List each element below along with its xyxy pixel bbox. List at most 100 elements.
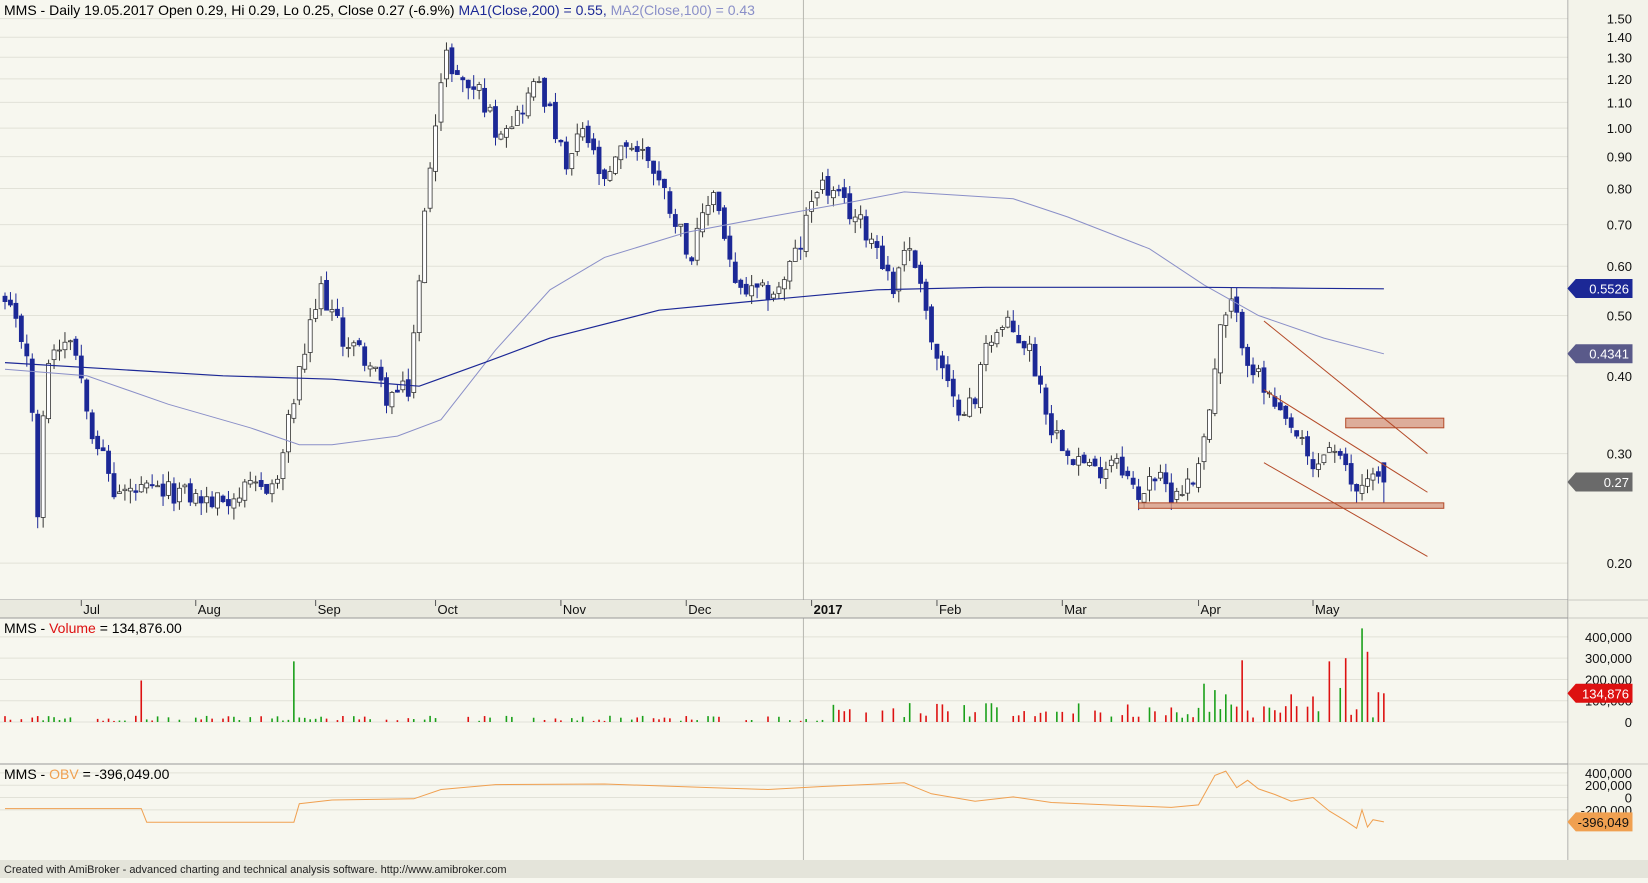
candle-body [427,167,433,209]
price-axis-tick-label: 1.40 [1607,30,1632,45]
candle-body [950,378,956,397]
candle-body [683,223,689,255]
candle-body [1321,454,1327,464]
candle-body [607,171,613,181]
candle-body [100,447,106,452]
candle-body [836,189,842,192]
candle-body [46,363,51,420]
candle-body [705,205,711,215]
candle-body [956,399,962,416]
candle-body [1021,341,1027,349]
candle-body [542,77,547,107]
candle-body [596,146,602,175]
candle-body [1065,450,1071,456]
candle-body [1038,375,1043,385]
price-axis-tick-label: 0.70 [1607,218,1632,233]
candle-body [727,235,733,260]
candle-body [503,128,509,138]
candle-body [672,214,678,227]
candle-body [1212,368,1218,414]
volume-pane[interactable] [0,618,1568,764]
candle-body [580,128,586,138]
candle-body [1081,454,1087,464]
candle-body [651,160,656,174]
candle-body [405,379,411,397]
candle-body [416,280,422,333]
price-axis-tick-label: 0.60 [1607,259,1632,274]
candle-body [1179,494,1185,496]
candle-body [236,497,242,503]
month-label: 2017 [814,602,843,617]
candle-body [1141,493,1147,503]
candle-body [929,306,934,343]
candle-body [1277,402,1283,411]
candle-body [765,284,771,301]
candle-body [1092,458,1098,467]
candle-body [1158,471,1163,479]
candle-body [433,125,438,172]
candle-body [820,179,825,190]
candle-body [760,282,765,286]
volume-header-prefix: MMS - [4,620,46,636]
candle-body [215,492,220,509]
price-axis-tick-label: 0.20 [1607,556,1632,571]
candle-body [384,377,389,406]
candle-body [563,141,569,170]
amibroker-chart: 1.50 1.40 1.30 1.20 1.10 1.00 0.90 0.80 0.70 0.60… [0,0,1648,878]
candle-body [1207,409,1212,440]
candle-body [68,340,73,343]
candle-body [732,261,738,283]
candle-body [967,397,973,417]
candle-body [138,484,144,493]
candle-body [1359,484,1365,494]
candle-body [1152,478,1158,482]
volume-axis-tick-label: 400,000 [1585,630,1632,645]
candle-body [1283,405,1289,419]
candle-body [280,452,286,479]
candle-body [656,170,662,181]
candle-body [182,484,188,488]
candle-body [1376,471,1381,477]
candle-body [989,341,994,346]
candle-body [896,267,902,292]
candle-body [1059,430,1065,452]
candle-body [629,147,635,150]
month-label: Apr [1201,602,1222,617]
candle-body [798,247,804,250]
volume-axis-tick-label: 0 [1625,715,1632,730]
candle-body [1174,490,1180,500]
candle-body [678,223,684,227]
candle-body [1217,324,1223,374]
candle-body [498,133,504,140]
candle-body [634,146,640,152]
candle-body [444,49,449,80]
candle-body [253,481,259,484]
candle-body [1316,463,1321,470]
obv-pane[interactable] [0,764,1568,860]
price-axis-tick-label: 1.00 [1607,121,1632,136]
candle-body [1256,368,1261,372]
candle-body [885,264,891,272]
obv-header-value: = -396,049.00 [83,766,170,782]
price-header: MMS - Daily 19.05.2017 Open 0.29, Hi 0.2… [4,2,755,18]
candle-body [1354,484,1359,492]
candle-body [340,317,346,347]
candle-body [8,299,13,306]
candle-body [1348,463,1354,485]
candle-body [852,216,858,223]
candle-body [901,250,907,266]
candle-body [1010,320,1016,333]
candle-body [198,496,204,504]
candle-body [171,483,177,504]
candle-body [940,355,945,369]
candle-body [411,332,417,393]
candle-body [558,139,564,143]
candle-body [291,403,297,419]
candle-body [204,496,210,504]
candle-body [749,285,755,297]
candle-body [869,238,874,244]
candle-body [667,191,673,214]
candle-body [934,343,940,359]
candle-body [111,473,117,498]
candle-body [918,264,923,284]
